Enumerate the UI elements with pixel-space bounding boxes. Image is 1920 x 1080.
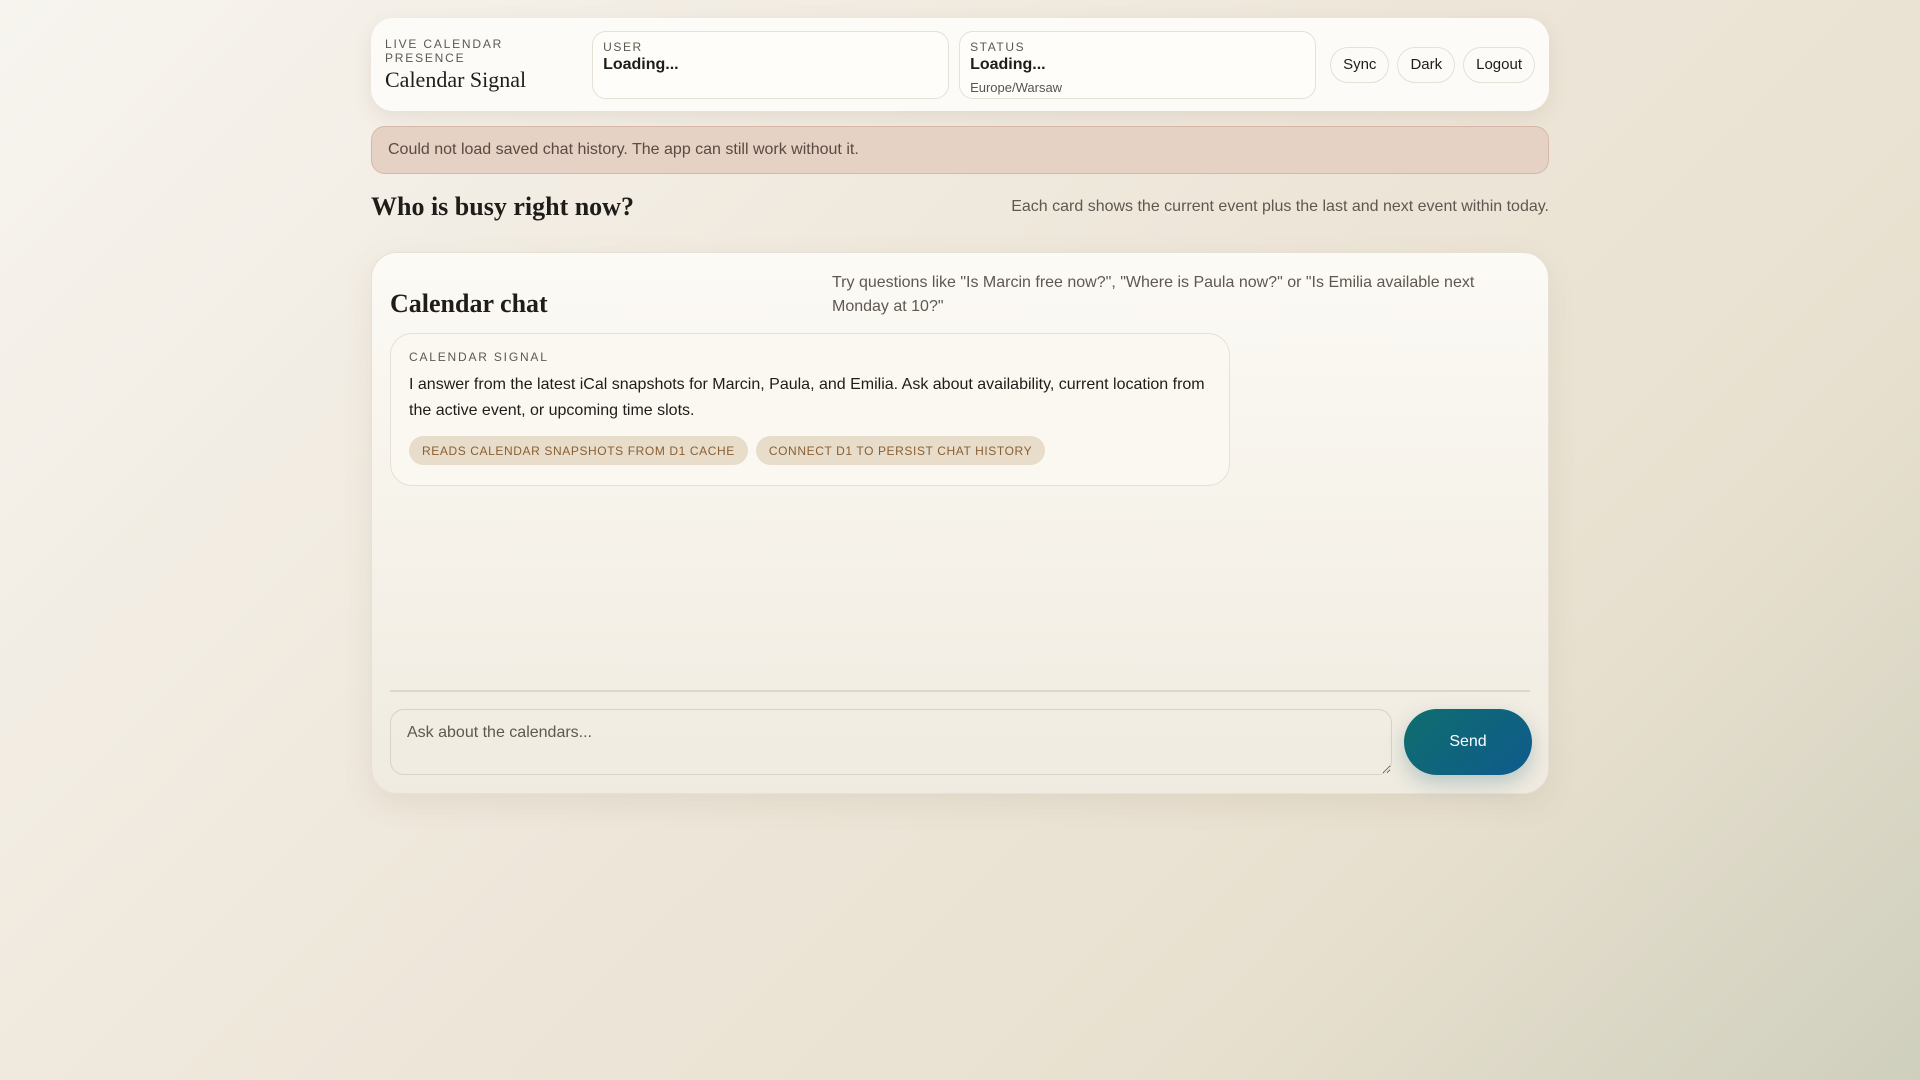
app-header: LIVE CALENDAR PRESENCE Calendar Signal U…: [371, 18, 1549, 111]
dark-mode-button[interactable]: Dark: [1397, 46, 1456, 83]
tag-d1-cache: READS CALENDAR SNAPSHOTS FROM D1 CACHE: [409, 436, 748, 465]
status-value: Loading...: [970, 55, 1046, 73]
message-sender: CALENDAR SIGNAL: [409, 350, 549, 364]
logout-button[interactable]: Logout: [1463, 46, 1535, 83]
message-text: I answer from the latest iCal snapshots …: [409, 376, 1205, 419]
section-header: Who is busy right now? Each card shows t…: [371, 192, 1549, 222]
brand-eyebrow: LIVE CALENDAR PRESENCE: [385, 36, 504, 65]
status-label: STATUS: [970, 39, 1026, 54]
chat-input[interactable]: [390, 709, 1392, 775]
send-button[interactable]: Send: [1404, 709, 1532, 775]
error-alert: Could not load saved chat history. The a…: [371, 126, 1549, 174]
user-card: USER Loading...: [592, 30, 950, 99]
chat-title: Calendar chat: [390, 289, 548, 318]
chat-hint: Try questions like "Is Marcin free now?"…: [832, 274, 1475, 315]
page: LIVE CALENDAR PRESENCE Calendar Signal U…: [371, 18, 1549, 794]
message-tags: READS CALENDAR SNAPSHOTS FROM D1 CACHE C…: [409, 436, 1211, 465]
sync-button[interactable]: Sync: [1330, 46, 1390, 83]
app-title: Calendar Signal: [385, 66, 527, 92]
status-card: STATUS Loading... Europe/Warsaw: [959, 30, 1317, 99]
timezone: Europe/Warsaw: [970, 79, 1063, 95]
section-description: Each card shows the current event plus t…: [1011, 198, 1549, 215]
user-value: Loading...: [603, 55, 679, 73]
tag-persist-history: CONNECT D1 TO PERSIST CHAT HISTORY: [755, 436, 1046, 465]
brand: LIVE CALENDAR PRESENCE Calendar Signal: [385, 37, 582, 93]
divider: [390, 690, 1530, 692]
header-actions: Sync Dark Logout: [1330, 46, 1535, 83]
chat-panel: Calendar chat Try questions like "Is Mar…: [371, 252, 1549, 794]
assistant-message: CALENDAR SIGNAL I answer from the latest…: [390, 333, 1230, 486]
user-label: USER: [603, 39, 643, 54]
section-title: Who is busy right now?: [371, 192, 634, 221]
